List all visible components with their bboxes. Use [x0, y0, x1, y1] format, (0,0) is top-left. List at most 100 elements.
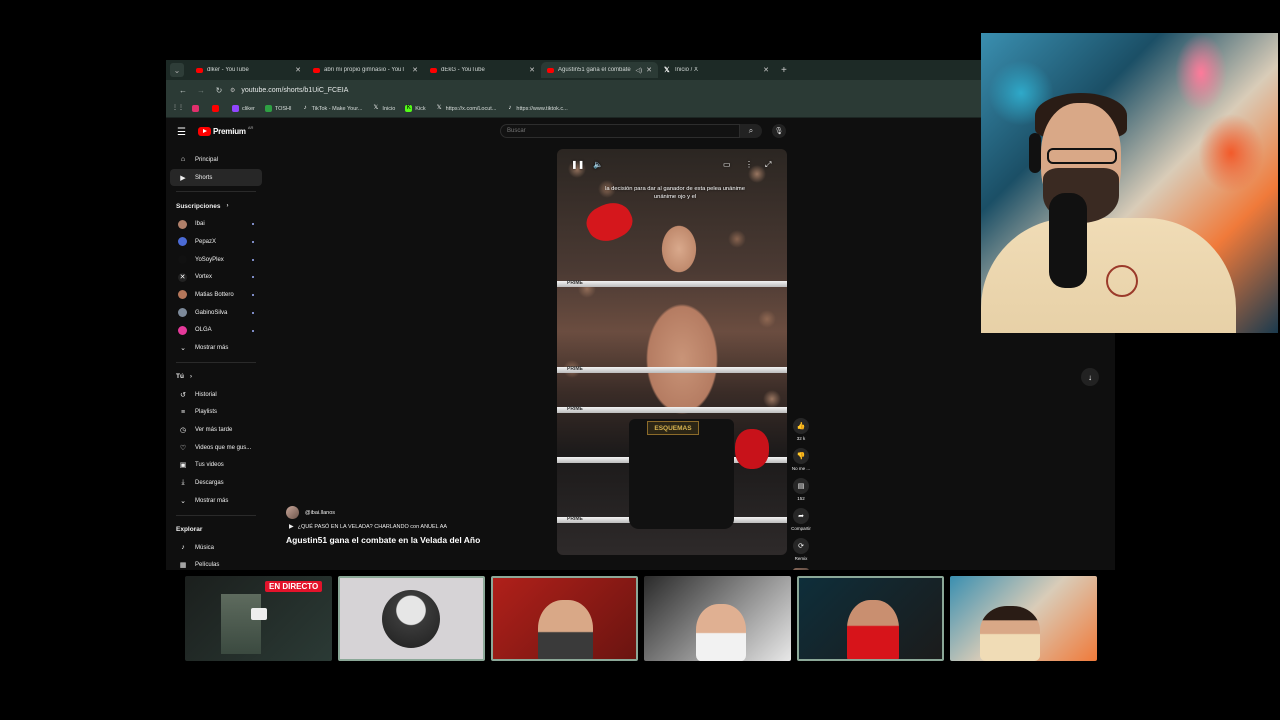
sidebar-item-historial[interactable]: ↺ Historial	[170, 386, 262, 404]
subscription-item[interactable]: ✕ Vortex	[170, 268, 262, 286]
reload-icon[interactable]: ↻	[210, 86, 228, 95]
sound-avatar[interactable]	[793, 568, 809, 570]
browser-tab[interactable]: 𝕏 Inicio / X ✕	[658, 62, 775, 78]
bookmark[interactable]: K Kick	[405, 105, 426, 112]
ring-rope: PRIME	[557, 406, 787, 413]
bookmark-label: Inicio	[382, 105, 396, 112]
bookmark[interactable]	[192, 105, 202, 112]
live-row[interactable]: ▶ ¿QUÉ PASÓ EN LA VELADA? CHARLANDO con A…	[289, 523, 480, 531]
subscription-item[interactable]: YoSoyPlex	[170, 251, 262, 269]
volume-icon[interactable]: 🔈	[593, 160, 603, 169]
browser-tab[interactable]: dEkG - YouTube ✕	[424, 62, 541, 78]
next-short-button[interactable]: ↓	[1081, 368, 1099, 386]
stream-thumbnail-red-room[interactable]	[491, 576, 638, 661]
voice-search-button[interactable]: 🎙	[772, 124, 786, 138]
close-tab-icon[interactable]: ✕	[412, 66, 418, 74]
sidebar-item-downloads[interactable]: ⤓ Descargas	[170, 474, 262, 492]
sidebar-item-shorts[interactable]: ▶ Shorts	[170, 168, 262, 187]
your-videos-icon: ▣	[179, 462, 187, 470]
bookmark[interactable]: 𝕏 Inicio	[372, 105, 396, 112]
x-favicon-icon: 𝕏	[664, 66, 670, 74]
channel-avatar	[178, 219, 187, 229]
thumb-person	[980, 606, 1040, 661]
more-options-icon[interactable]: ⋮	[745, 160, 753, 169]
stream-thumbnail-avatar[interactable]	[338, 576, 485, 661]
bookmark[interactable]	[212, 105, 222, 112]
bookmark[interactable]: 𝕏https://x.com/Locut...	[436, 105, 497, 112]
sidebar-item-music[interactable]: ♪ Música	[170, 539, 262, 557]
subscription-item[interactable]: Matias Bottero	[170, 286, 262, 304]
browser-tab[interactable]: dlker - YouTube ✕	[190, 62, 307, 78]
thumb-person	[538, 600, 593, 659]
microphone-icon	[1049, 193, 1087, 288]
headphones-icon	[1029, 133, 1041, 173]
comments-action[interactable]: ▤ 152	[790, 478, 812, 501]
new-tab-icon[interactable]: +	[781, 65, 787, 76]
new-content-dot	[252, 311, 254, 314]
browser-tab[interactable]: abri mi propio gimnasio - YouT ✕	[307, 62, 424, 78]
apps-icon[interactable]: ⋮⋮	[172, 105, 184, 112]
remix-action[interactable]: ⟳ Remix	[790, 538, 812, 561]
sidebar-item-watch-later[interactable]: ◷ Ver más tarde	[170, 421, 262, 439]
dislike-label: No me ...	[791, 466, 811, 471]
section-title: Tú	[176, 373, 184, 381]
sidebar-item-playlists[interactable]: ≡ Playlists	[170, 404, 262, 422]
close-tab-icon[interactable]: ✕	[646, 66, 652, 74]
dislike-action[interactable]: 👎 No me ...	[790, 448, 812, 471]
site-info-icon[interactable]: ⚙	[230, 87, 235, 94]
tab-search-button[interactable]: ⌄	[170, 63, 184, 77]
browser-tab-active[interactable]: Agustin51 gana el combate ◁) ✕	[541, 62, 658, 78]
sidebar-item-liked-videos[interactable]: ♡ Videos que me gus...	[170, 439, 262, 457]
subscription-item[interactable]: Ibai	[170, 215, 262, 233]
kick-icon: K	[405, 105, 413, 112]
channel-row[interactable]: @ibai.llanos	[286, 506, 480, 519]
url-field[interactable]: youtube.com/shorts/b1UiC_FCEIA	[241, 87, 348, 94]
search-button[interactable]: ⌕	[740, 124, 762, 138]
stream-thumbnail-graffiti[interactable]	[950, 576, 1097, 661]
show-more-you[interactable]: ⌄ Mostrar más	[170, 492, 262, 510]
sidebar-item-your-videos[interactable]: ▣ Tus videos	[170, 457, 262, 475]
fullscreen-icon[interactable]: ⤢	[765, 160, 771, 170]
you-header[interactable]: Tú ›	[170, 368, 262, 386]
comments-count: 152	[797, 496, 805, 501]
sidebar-item-principal[interactable]: ⌂ Principal	[170, 151, 262, 169]
subscription-item[interactable]: GabinoSilva	[170, 304, 262, 322]
short-title: Agustin51 gana el combate en la Velada d…	[286, 535, 481, 545]
subscription-item[interactable]: PepazX	[170, 233, 262, 251]
search-input[interactable]: Buscar	[500, 124, 740, 138]
live-banner[interactable]: @ibai.llanos ▶ ¿QUÉ PASÓ EN LA VELADA? CH…	[286, 506, 480, 545]
show-more-subscriptions[interactable]: ⌄ Mostrar más	[170, 339, 262, 357]
sidebar-item-movies[interactable]: ▦ Películas	[170, 556, 262, 570]
captions-icon[interactable]: ▭	[723, 160, 731, 169]
shorts-icon: ▶	[180, 174, 186, 182]
subscriptions-header[interactable]: Suscripciones ›	[170, 197, 262, 215]
subscription-item[interactable]: OLGA	[170, 322, 262, 340]
tab-title: Inicio / X	[675, 67, 699, 73]
tab-title: abri mi propio gimnasio - YouT	[324, 67, 406, 73]
stream-thumbnail-arsenal[interactable]	[797, 576, 944, 661]
stream-thumbnail-screen[interactable]: EN DIRECTO	[185, 576, 332, 661]
pause-icon[interactable]: ❚❚	[571, 160, 584, 169]
youtube-logo[interactable]: Premium AR	[198, 125, 253, 136]
new-content-dot	[252, 258, 254, 261]
dislike-icon: 👎	[793, 448, 809, 464]
close-tab-icon[interactable]: ✕	[529, 66, 535, 74]
back-icon[interactable]: ←	[174, 86, 192, 95]
audio-icon[interactable]: ◁)	[636, 67, 643, 74]
history-icon: ↺	[180, 391, 186, 399]
short-video-player[interactable]: PRIME PRIME PRIME PRIME ESQUEMAS la deci…	[557, 149, 787, 555]
thumb-avatar-circle	[382, 590, 440, 648]
bookmark[interactable]: ♪ https://www.tiktok.c...	[506, 105, 567, 112]
bookmark[interactable]: cliker	[232, 105, 255, 112]
stream-thumbnail-studio[interactable]	[644, 576, 791, 661]
new-content-dot	[252, 294, 254, 297]
close-tab-icon[interactable]: ✕	[295, 66, 301, 74]
bookmark[interactable]: ♪ TikTok - Make Your...	[302, 105, 363, 112]
sidebar-item-label: Ver más tarde	[195, 427, 233, 434]
like-action[interactable]: 👍 32 k	[790, 418, 812, 441]
share-action[interactable]: ➦ Compartir	[790, 508, 812, 531]
menu-icon[interactable]: ☰	[177, 127, 186, 138]
bookmark[interactable]: TOSHI	[264, 105, 292, 112]
close-tab-icon[interactable]: ✕	[763, 66, 769, 74]
forward-icon[interactable]: →	[192, 86, 210, 95]
